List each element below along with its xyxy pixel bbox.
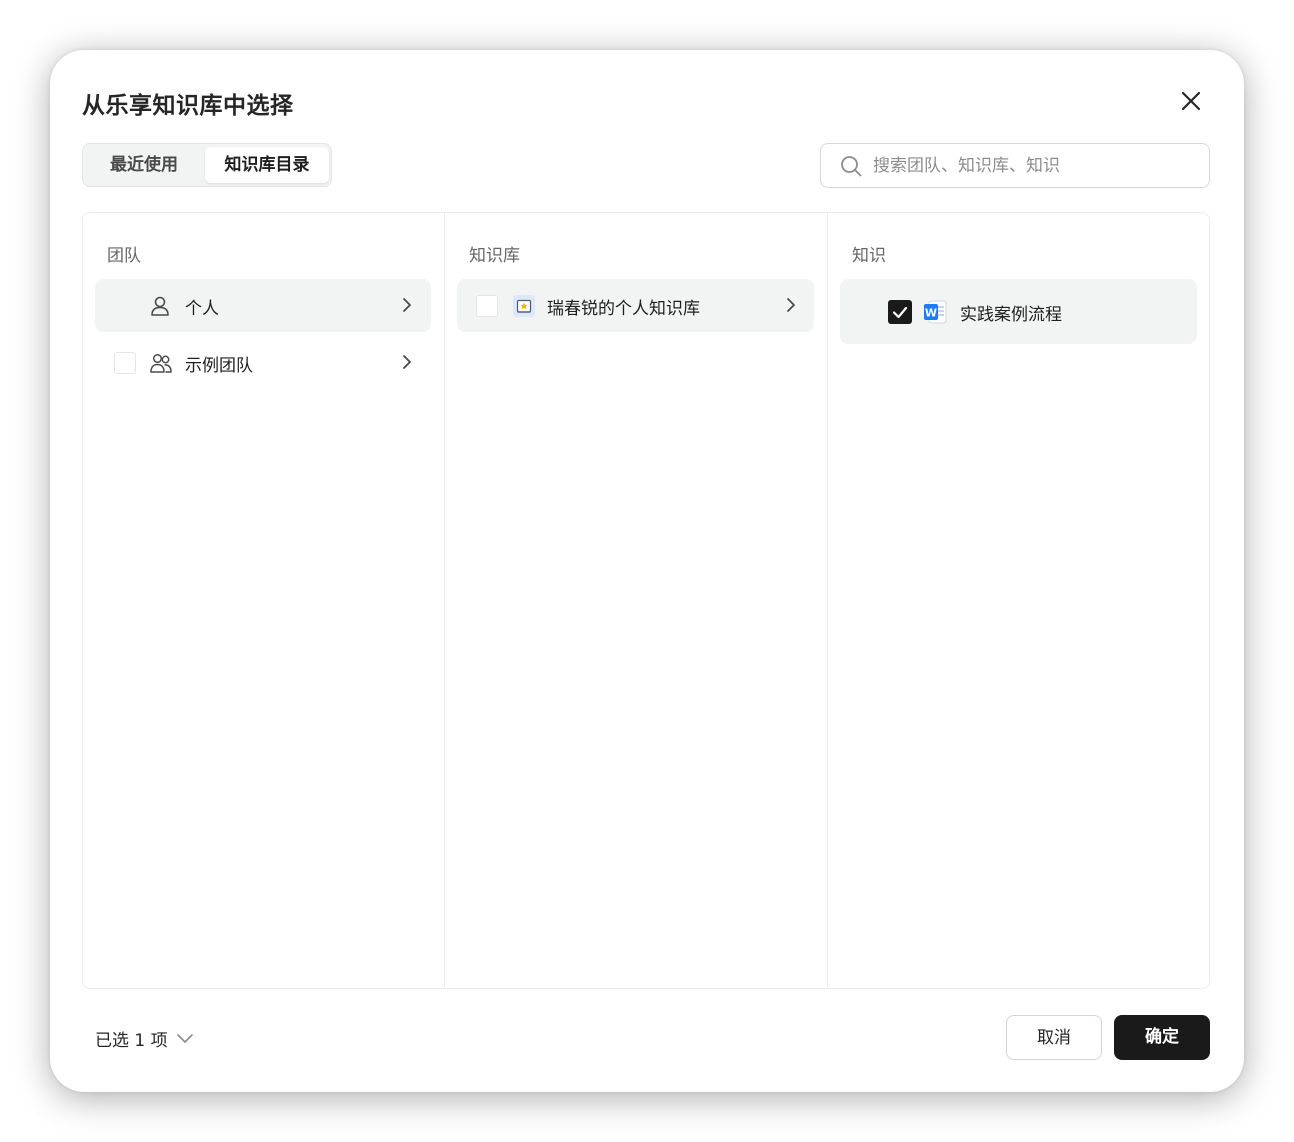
confirm-button[interactable]: 确定 [1114,1015,1210,1060]
search-icon [841,156,862,177]
team-item-example[interactable]: 示例团队 [95,336,431,389]
chevron-down-icon[interactable] [176,1029,194,1047]
team-icon [150,353,172,373]
teams-pane-header: 团队 [107,246,141,266]
svg-text:W: W [925,307,937,320]
checkmark-icon [892,306,908,319]
team-checkbox[interactable] [114,352,136,374]
kbs-pane-header: 知识库 [469,246,520,266]
docs-pane-header: 知识 [852,246,886,266]
cancel-button[interactable]: 取消 [1006,1015,1102,1060]
tab-kb-catalog[interactable]: 知识库目录 [205,147,329,183]
search-box [820,143,1210,188]
kb-select-dialog: 从乐享知识库中选择 最近使用 知识库目录 团队 个人 [50,50,1244,1092]
teams-pane: 团队 个人 示例团队 [83,213,445,988]
documents-pane: 知识 W 实践案例流程 [828,213,1209,988]
doc-item[interactable]: W 实践案例流程 [840,279,1197,344]
chevron-right-icon [403,355,411,369]
search-input[interactable] [873,150,1193,182]
kb-item-label: 瑞春锐的个人知识库 [547,299,700,319]
team-item-label: 示例团队 [185,356,253,376]
close-icon [1181,91,1201,111]
tab-switcher: 最近使用 知识库目录 [82,143,332,187]
chevron-right-icon [403,298,411,312]
selected-count[interactable]: 已选 1 项 [95,1026,168,1051]
word-doc-icon: W [924,300,947,324]
chevron-right-icon [787,298,795,312]
team-item-personal[interactable]: 个人 [95,279,431,332]
knowledge-base-icon [513,295,535,317]
kb-checkbox[interactable] [476,295,498,317]
kb-item[interactable]: 瑞春锐的个人知识库 [457,279,814,332]
user-icon [151,296,169,316]
knowledge-bases-pane: 知识库 瑞春锐的个人知识库 [445,213,828,988]
tab-recent[interactable]: 最近使用 [87,147,201,183]
team-item-label: 个人 [185,299,219,319]
doc-item-label: 实践案例流程 [960,305,1062,325]
dialog-title: 从乐享知识库中选择 [82,93,294,119]
close-button[interactable] [1176,86,1206,116]
doc-checkbox[interactable] [888,300,912,324]
browser-panes: 团队 个人 示例团队 知识库 瑞春锐的个人知识库 知识 W 实践案例流程 [82,212,1210,989]
